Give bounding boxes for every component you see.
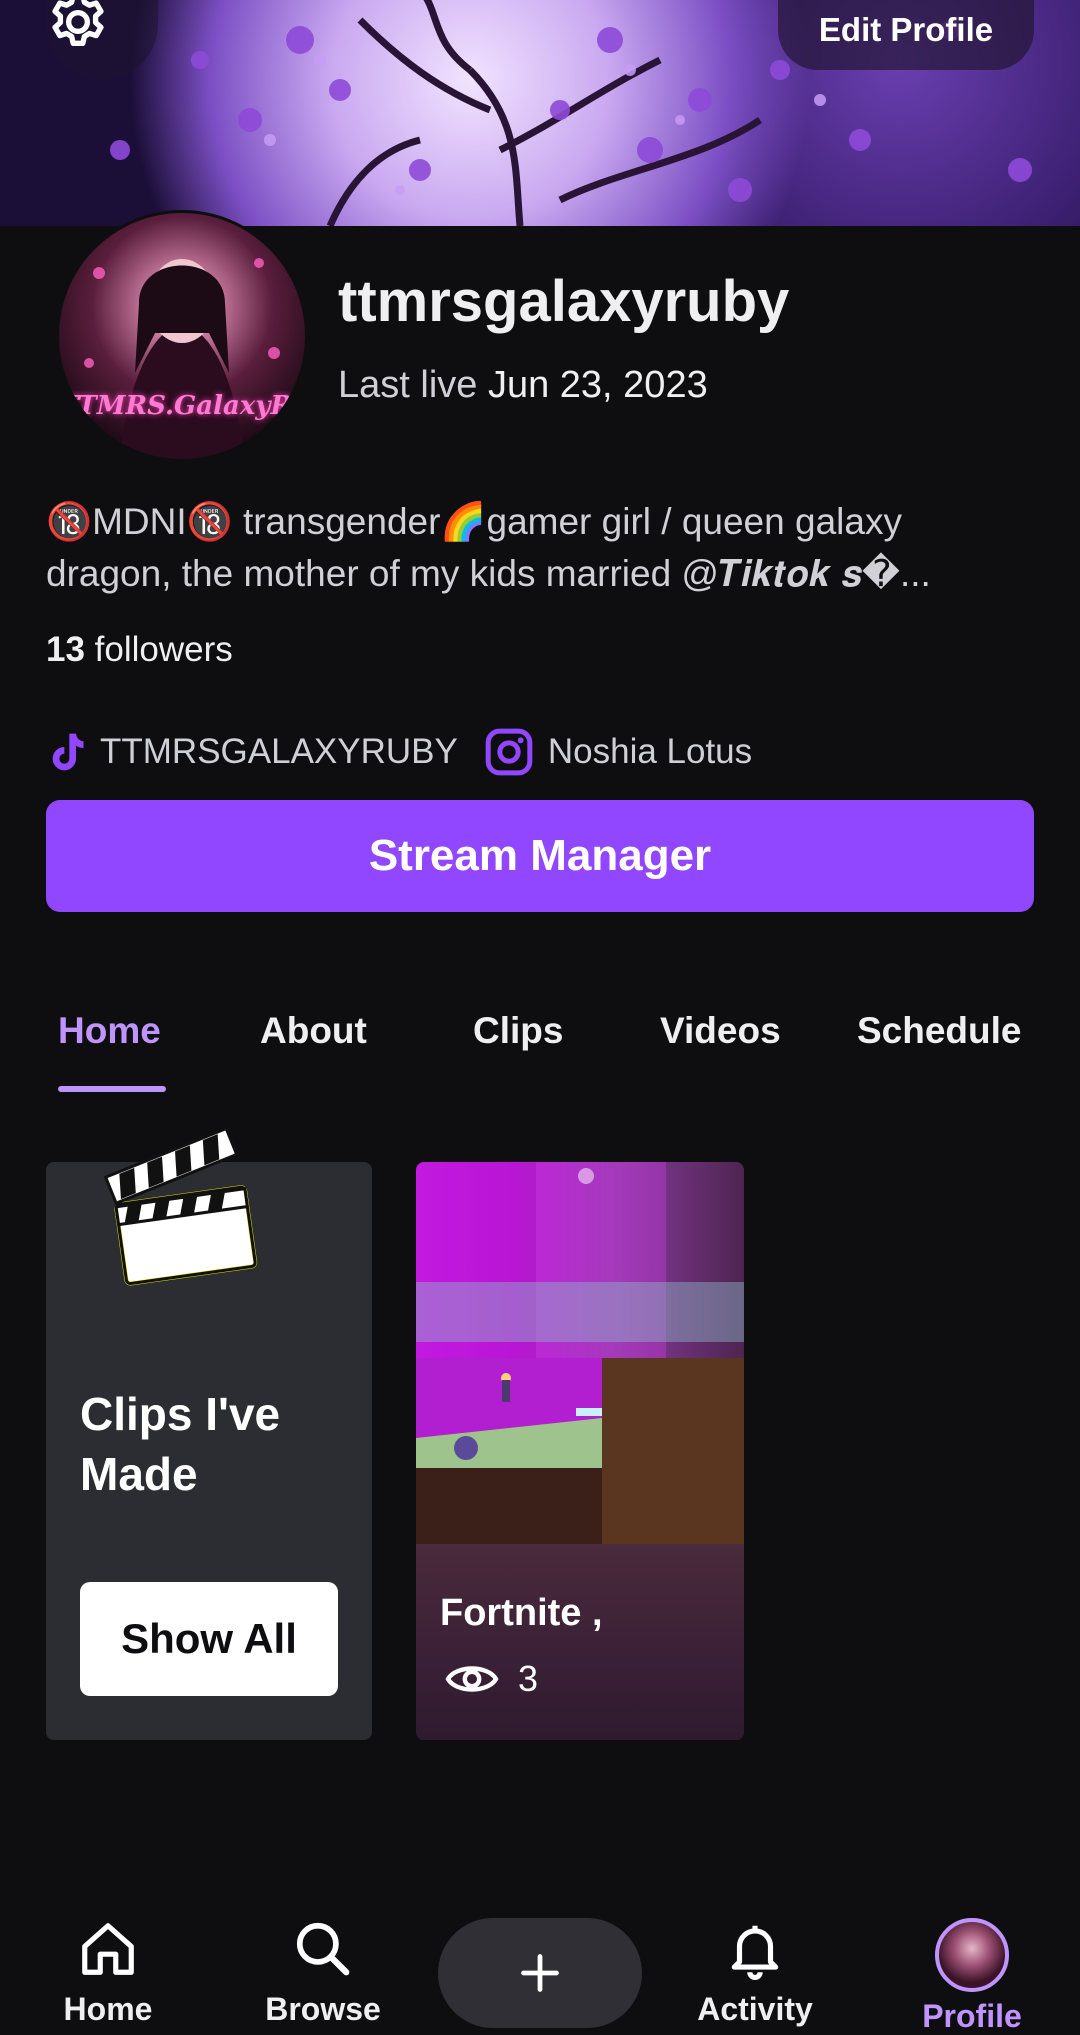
nav-home-label: Home [63,1991,153,2027]
followers-label: followers [94,630,233,669]
last-live-date: Jun 23, 2023 [487,364,708,406]
tab-schedule[interactable]: Schedule [857,1010,1022,1052]
search-icon [296,1922,350,1976]
create-button[interactable] [438,1918,642,2028]
tab-about[interactable]: About [260,1010,367,1052]
edit-profile-button[interactable]: Edit Profile [778,0,1034,70]
bio-line-1: 🔞MDNI🔞 transgender🌈gamer girl / queen ga… [46,501,902,542]
clip-thumbnail-top [416,1162,744,1358]
nav-browse-label: Browse [265,1991,381,2027]
instagram-link[interactable]: Noshia Lotus [548,732,752,772]
avatar-signature: TTMRS.GalaxyRuby [59,391,308,421]
bottom-navigation: Home Browse Activity Profile [0,1900,1080,2035]
clip-view-count: 3 [444,1658,538,1700]
tab-videos[interactable]: Videos [660,1010,781,1052]
followers-count: 13 followers [46,630,233,670]
bell-icon [731,1925,779,1980]
avatar-art [84,258,280,459]
tab-home[interactable]: Home [58,1010,161,1052]
bio: 🔞MDNI🔞 transgender🌈gamer girl / queen ga… [46,496,1036,600]
profile-tabs: Home About Clips Videos Schedule [0,1000,1080,1096]
home-icon [82,1923,134,1975]
tiktok-link[interactable]: TTMRSGALAXYRUBY [100,732,458,772]
clapperboard-icon [103,1126,258,1286]
followers-number: 13 [46,630,85,669]
nav-profile[interactable]: Profile [897,1918,1047,2035]
clip-card[interactable]: Fortnite , 3 [416,1162,744,1740]
active-tab-indicator [58,1086,166,1092]
tiktok-icon [46,730,86,774]
clip-thumbnail [416,1358,744,1544]
username: ttmrsgalaxyruby [338,269,790,334]
nav-home[interactable]: Home [33,1918,183,2028]
bio-line-2: dragon, the mother of my kids married @𝑻… [46,553,931,594]
plus-icon [521,1954,559,1992]
nav-avatar [935,1918,1009,1992]
nav-profile-label: Profile [922,1998,1022,2034]
stream-manager-button[interactable]: Stream Manager [46,800,1034,912]
clips-card-title: Clips I've Made [80,1388,281,1500]
last-live-prefix: Last live [338,364,478,406]
nav-activity-label: Activity [697,1991,813,2027]
avatar[interactable]: TTMRS.GalaxyRuby [56,210,308,462]
eye-icon [444,1659,500,1699]
nav-activity[interactable]: Activity [680,1918,830,2028]
show-all-button[interactable]: Show All [80,1582,338,1696]
instagram-icon [484,727,534,777]
nav-browse[interactable]: Browse [248,1918,398,2028]
profile-banner: Edit Profile [0,0,1080,226]
gear-icon [52,0,104,46]
clip-views-number: 3 [518,1658,539,1699]
last-live: Last live Jun 23, 2023 [338,364,708,407]
social-links: TTMRSGALAXYRUBY Noshia Lotus [46,722,752,782]
tab-clips[interactable]: Clips [473,1010,563,1052]
clip-thumbnail-bottom [416,1544,744,1740]
clips-made-card[interactable]: Clips I've Made Show All [46,1126,372,1740]
clip-game-title: Fortnite , [440,1592,603,1634]
